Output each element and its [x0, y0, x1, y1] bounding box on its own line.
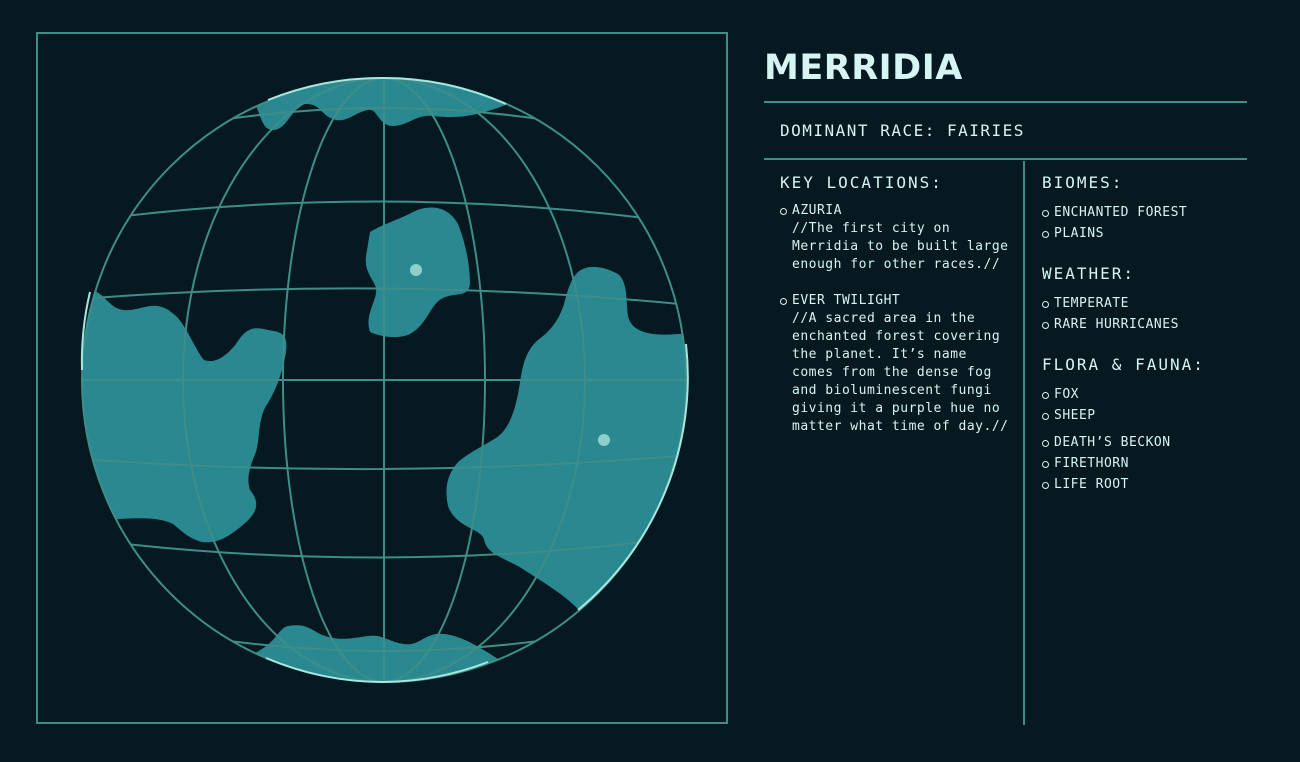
title-divider — [764, 101, 1247, 103]
location-item-ever-twilight: EVER TWILIGHT //A sacred area in the enc… — [780, 292, 1015, 436]
bullet-icon — [1042, 461, 1049, 468]
biomes-section: BIOMES: ENCHANTED FOREST PLAINS — [1042, 173, 1262, 244]
weather-label: TEMPERATE — [1054, 296, 1129, 311]
flora-item: FIRETHORN — [1042, 453, 1262, 474]
flora-label: FIRETHORN — [1054, 456, 1129, 471]
key-locations-heading: KEY LOCATIONS: — [780, 173, 943, 192]
flora-label: DEATH’S BECKON — [1054, 435, 1171, 450]
flora-fauna-section: FLORA & FAUNA: FOX SHEEP DEATH’S BECKON … — [1042, 355, 1262, 495]
bullet-icon — [1042, 413, 1049, 420]
bullet-icon — [1042, 301, 1049, 308]
bullet-icon — [780, 298, 787, 305]
ever-twilight-marker-icon — [598, 434, 610, 446]
planet-title: MERRIDIA — [764, 48, 963, 88]
location-name: EVER TWILIGHT — [792, 293, 901, 308]
weather-item: TEMPERATE — [1042, 293, 1262, 314]
planet-details-section: BIOMES: ENCHANTED FOREST PLAINS WEATHER:… — [1042, 173, 1262, 515]
bullet-icon — [1042, 440, 1049, 447]
biome-label: PLAINS — [1054, 226, 1104, 241]
bullet-icon — [1042, 482, 1049, 489]
flora-label: LIFE ROOT — [1054, 477, 1129, 492]
fauna-item: SHEEP — [1042, 405, 1262, 426]
weather-label: RARE HURRICANES — [1054, 317, 1179, 332]
weather-item: RARE HURRICANES — [1042, 314, 1262, 335]
location-description: //The first city on Merridia to be built… — [792, 221, 1009, 272]
bullet-icon — [1042, 392, 1049, 399]
biome-item: PLAINS — [1042, 223, 1262, 244]
biome-label: ENCHANTED FOREST — [1054, 205, 1188, 220]
location-name: AZURIA — [792, 203, 842, 218]
flora-item: DEATH’S BECKON — [1042, 432, 1262, 453]
weather-section: WEATHER: TEMPERATE RARE HURRICANES — [1042, 264, 1262, 335]
fauna-label: FOX — [1054, 387, 1079, 402]
biomes-heading: BIOMES: — [1042, 173, 1124, 192]
key-locations-section: KEY LOCATIONS: AZURIA //The first city o… — [780, 173, 1015, 454]
location-description: //A sacred area in the enchanted forest … — [792, 311, 1009, 434]
biome-item: ENCHANTED FOREST — [1042, 202, 1262, 223]
fauna-label: SHEEP — [1054, 408, 1096, 423]
race-divider — [764, 158, 1247, 160]
fauna-item: FOX — [1042, 384, 1262, 405]
bullet-icon — [780, 208, 787, 215]
bullet-icon — [1042, 322, 1049, 329]
weather-heading: WEATHER: — [1042, 264, 1136, 283]
azuria-marker-icon — [410, 264, 422, 276]
planet-globe-icon — [80, 76, 689, 684]
bullet-icon — [1042, 231, 1049, 238]
location-item-azuria: AZURIA //The first city on Merridia to b… — [780, 202, 1015, 274]
dominant-race: DOMINANT RACE: FAIRIES — [780, 121, 1025, 140]
globe-graticule — [82, 78, 686, 682]
bullet-icon — [1042, 210, 1049, 217]
flora-item: LIFE ROOT — [1042, 474, 1262, 495]
flora-fauna-heading: FLORA & FAUNA: — [1042, 355, 1205, 374]
column-divider — [1023, 161, 1025, 725]
globe-frame — [36, 32, 728, 724]
